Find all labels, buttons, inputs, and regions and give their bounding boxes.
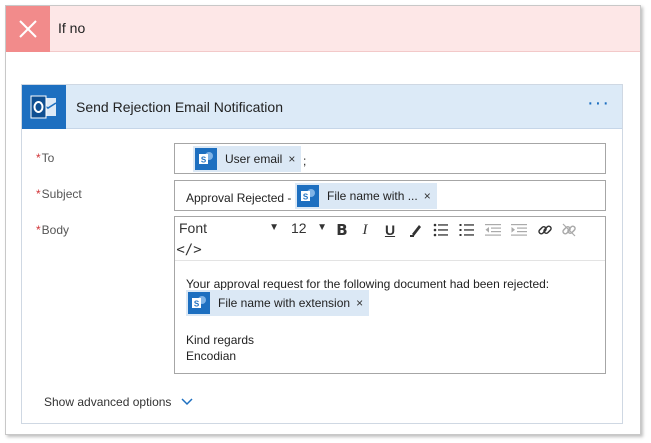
bullet-list-icon[interactable] [431, 220, 451, 240]
to-separator: ; [303, 154, 307, 168]
token-label: User email [225, 152, 283, 166]
required-marker: * [36, 223, 41, 237]
body-line-2: Kind regards [186, 333, 255, 347]
token-label: File name with extension [218, 296, 351, 310]
branch-icon-container [6, 6, 50, 52]
action-card: Send Rejection Email Notification ··· *T… [21, 84, 623, 424]
body-editor[interactable]: Font ▼ 12 ▼ B I U </> Your approval requ… [174, 216, 606, 374]
svg-text:S: S [194, 300, 200, 309]
font-size-select[interactable]: 12 ▼ [291, 220, 327, 240]
sharepoint-icon: S [188, 292, 210, 314]
body-line-1: Your approval request for the following … [186, 277, 550, 291]
file-name-token[interactable]: S File name with ... × [295, 183, 437, 209]
user-email-token[interactable]: S User email × [193, 146, 302, 172]
action-card-header[interactable]: Send Rejection Email Notification ··· [22, 85, 622, 129]
sharepoint-icon: S [195, 148, 217, 170]
code-view-icon[interactable]: </> [176, 240, 201, 260]
remove-token-icon[interactable]: × [356, 296, 363, 310]
advanced-options-label: Show advanced options [44, 395, 172, 409]
to-field[interactable]: S User email × ; [174, 143, 606, 174]
chevron-down-icon: ▼ [269, 222, 279, 233]
body-label: *Body [36, 223, 70, 237]
chevron-down-icon: ▼ [317, 222, 327, 233]
close-icon [19, 20, 37, 38]
chevron-down-icon [181, 398, 193, 406]
italic-icon[interactable]: I [357, 220, 373, 240]
branch-title: If no [58, 20, 86, 36]
file-name-extension-token[interactable]: S File name with extension × [186, 290, 370, 316]
remove-token-icon[interactable]: × [288, 152, 295, 166]
svg-text:S: S [201, 156, 207, 165]
required-marker: * [36, 151, 41, 165]
remove-token-icon[interactable]: × [424, 189, 431, 203]
subject-prefix-text: Approval Rejected - [186, 191, 292, 205]
subject-label: *Subject [36, 187, 82, 201]
subject-field[interactable]: Approval Rejected - S File name with ...… [174, 180, 606, 211]
required-marker: * [36, 187, 41, 201]
outlook-icon-container [22, 85, 66, 129]
underline-icon[interactable]: U [381, 220, 399, 240]
bold-icon[interactable]: B [333, 220, 351, 240]
formatting-toolbar: Font ▼ 12 ▼ B I U </> [175, 217, 605, 261]
font-family-select[interactable]: Font ▼ [179, 220, 283, 240]
token-label: File name with ... [327, 189, 418, 203]
to-label: *To [36, 151, 55, 165]
action-title: Send Rejection Email Notification [76, 99, 283, 115]
condition-no-branch: If no Send Rejection Email Notification … [5, 5, 641, 435]
highlight-pen-icon[interactable] [407, 220, 425, 240]
decrease-indent-icon[interactable] [483, 220, 503, 240]
show-advanced-options-link[interactable]: Show advanced options [44, 395, 193, 409]
sharepoint-icon: S [297, 185, 319, 207]
more-options-icon[interactable]: ··· [587, 93, 610, 113]
link-icon[interactable] [535, 220, 555, 240]
body-line-3: Encodian [186, 349, 237, 363]
outlook-icon [30, 95, 57, 119]
increase-indent-icon[interactable] [509, 220, 529, 240]
numbered-list-icon[interactable] [457, 220, 477, 240]
svg-text:S: S [303, 193, 309, 202]
branch-header[interactable]: If no [6, 6, 640, 52]
unlink-icon[interactable] [559, 220, 579, 240]
